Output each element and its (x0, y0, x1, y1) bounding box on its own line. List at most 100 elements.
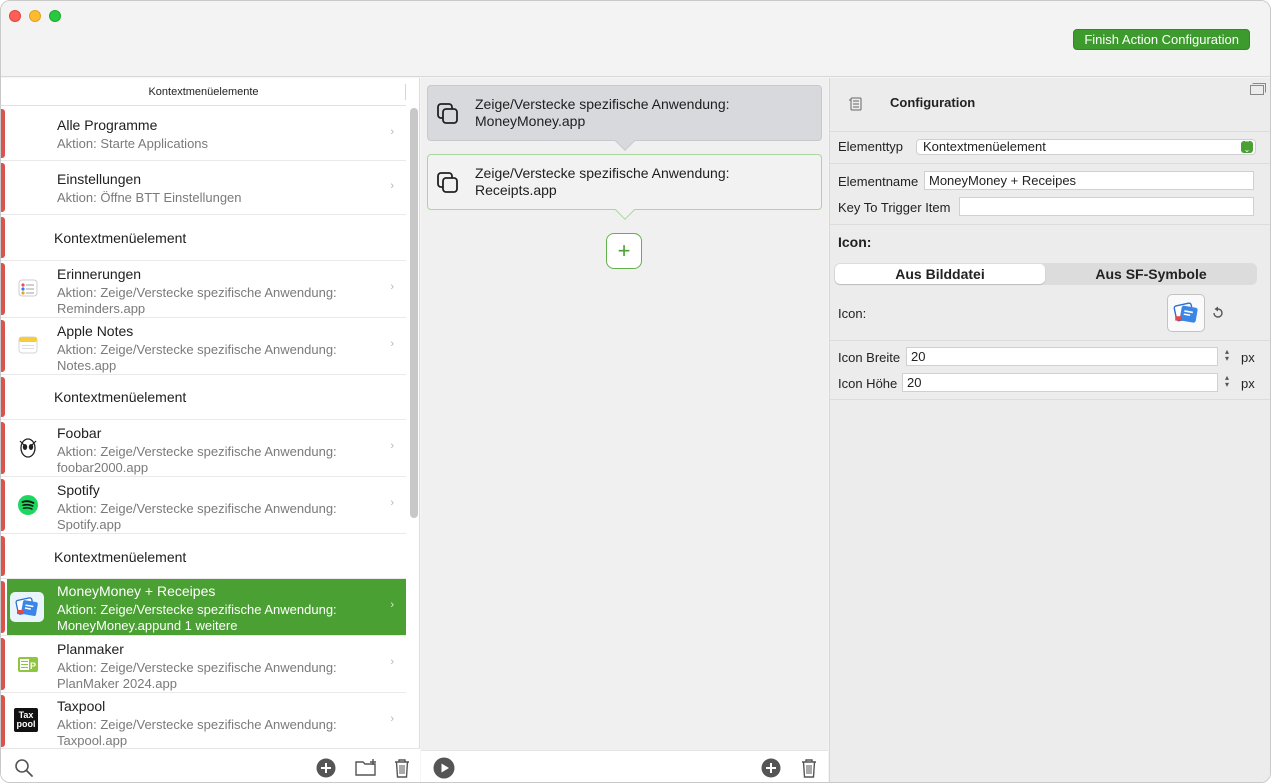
segment-aus-bilddatei[interactable]: Aus Bilddatei (835, 264, 1045, 284)
trash-icon[interactable] (391, 757, 413, 779)
icon-source-segmented-control: Aus Bilddatei Aus SF-Symbole (834, 263, 1257, 285)
row-marker (1, 107, 7, 160)
minimize-window-button[interactable] (29, 10, 41, 22)
row-subtitle-2: Notes.app (57, 358, 117, 373)
reset-icon[interactable] (1211, 306, 1225, 320)
row-subtitle-2: PlanMaker 2024.app (57, 676, 177, 691)
icon-image-well[interactable] (1167, 294, 1205, 332)
icon-breite-input[interactable] (906, 347, 1218, 366)
row-subtitle: Aktion: Zeige/Verstecke spezifische Anwe… (57, 660, 337, 675)
row-title: Kontextmenüelement (54, 389, 187, 405)
row-title: Erinnerungen (57, 266, 142, 282)
context-menu-items-panel: Kontextmenüelemente Alle Programme Aktio… (1, 78, 420, 782)
divider (830, 340, 1270, 341)
elementtyp-value: Kontextmenüelement (923, 139, 1046, 154)
configuration-title: Configuration (890, 95, 976, 110)
chevron-updown-icon: ⌃ ⌄ (1241, 140, 1253, 154)
trash-icon[interactable] (798, 757, 820, 779)
icon-hoehe-stepper[interactable]: ▴ ▾ (1221, 374, 1233, 390)
taxpool-icon-text-2: pool (16, 719, 36, 729)
document-list-icon (849, 97, 862, 111)
icon-hoehe-input[interactable] (902, 373, 1218, 392)
list-item-planmaker[interactable]: P Planmaker Aktion: Zeige/Verstecke spez… (1, 636, 406, 693)
list-item-apple-notes[interactable]: Apple Notes Aktion: Zeige/Verstecke spez… (1, 318, 406, 375)
list-item-separator[interactable]: Kontextmenüelement (1, 375, 406, 420)
elementtyp-select[interactable]: Kontextmenüelement ⌃ ⌄ (916, 139, 1256, 155)
row-subtitle-2: MoneyMoney.appund 1 weitere (57, 618, 238, 633)
row-subtitle-2: Reminders.app (57, 301, 146, 316)
search-icon[interactable] (13, 757, 35, 779)
elementname-input[interactable] (924, 171, 1254, 190)
row-title: Spotify (57, 482, 100, 498)
divider (830, 163, 1270, 164)
list-item-einstellungen[interactable]: Einstellungen Aktion: Öffne BTT Einstell… (1, 161, 406, 215)
windows-stack-icon (437, 172, 458, 193)
segment-aus-sf-symbole[interactable]: Aus SF-Symbole (1046, 264, 1256, 284)
context-menu-list: Alle Programme Aktion: Starte Applicatio… (1, 107, 406, 748)
chevron-right-icon: › (390, 126, 394, 138)
moneymoney-app-icon (1173, 302, 1198, 323)
row-marker (1, 318, 7, 374)
finish-action-configuration-button[interactable]: Finish Action Configuration (1073, 29, 1250, 50)
row-subtitle: Aktion: Zeige/Verstecke spezifische Anwe… (57, 444, 337, 459)
chevron-right-icon: › (390, 180, 394, 192)
row-subtitle: Aktion: Zeige/Verstecke spezifische Anwe… (57, 342, 337, 357)
app-window: Finish Action Configuration Kontextmenüe… (0, 0, 1271, 783)
chevron-right-icon: › (390, 338, 394, 350)
list-scrollbar[interactable] (410, 108, 418, 518)
action-card-receipts[interactable]: Zeige/Verstecke spezifische Anwendung: R… (427, 154, 822, 220)
row-title: Einstellungen (57, 171, 142, 187)
add-item-icon[interactable] (315, 757, 337, 779)
actions-panel: Zeige/Verstecke spezifische Anwendung: M… (421, 78, 828, 782)
row-subtitle-2: foobar2000.app (57, 460, 149, 475)
list-item-spotify[interactable]: Spotify Aktion: Zeige/Verstecke spezifis… (1, 477, 406, 534)
list-item-taxpool[interactable]: Tax pool Taxpool Aktion: Zeige/Verstecke… (1, 693, 406, 748)
action-line-2: MoneyMoney.app (475, 113, 586, 129)
zoom-window-button[interactable] (49, 10, 61, 22)
configuration-header: Configuration (830, 78, 1270, 132)
list-item-separator[interactable]: Kontextmenüelement (1, 534, 406, 579)
list-item-foobar[interactable]: Foobar Aktion: Zeige/Verstecke spezifisc… (1, 420, 406, 477)
chevron-right-icon: › (390, 656, 394, 668)
action-line-1: Zeige/Verstecke spezifische Anwendung: (475, 165, 730, 181)
configuration-panel: Configuration Elementtyp Kontextmenüelem… (829, 78, 1270, 782)
key-to-trigger-input[interactable] (959, 197, 1254, 216)
action-line-2: Receipts.app (475, 182, 557, 198)
action-text: Zeige/Verstecke spezifische Anwendung: R… (475, 165, 730, 199)
row-subtitle-2: Spotify.app (57, 517, 122, 532)
row-title: Apple Notes (57, 323, 134, 339)
chevron-right-icon: › (390, 713, 394, 725)
close-window-button[interactable] (9, 10, 21, 22)
icon-breite-stepper[interactable]: ▴ ▾ (1221, 348, 1233, 364)
list-item-separator[interactable]: Kontextmenüelement (1, 215, 406, 261)
row-subtitle: Aktion: Starte Applications (57, 136, 209, 151)
row-marker (1, 215, 7, 260)
row-title: Foobar (57, 425, 102, 441)
svg-text:P: P (30, 661, 36, 671)
add-action-button[interactable]: + (606, 233, 642, 269)
list-item-alle-programme[interactable]: Alle Programme Aktion: Starte Applicatio… (1, 107, 406, 161)
chevron-right-icon: › (390, 440, 394, 452)
row-subtitle: Aktion: Öffne BTT Einstellungen (57, 190, 242, 205)
row-marker (1, 375, 7, 419)
detach-window-icon[interactable] (1250, 83, 1266, 95)
list-header: Kontextmenüelemente (1, 78, 406, 106)
row-subtitle-2: Taxpool.app (57, 733, 128, 748)
add-folder-icon[interactable] (353, 757, 379, 779)
icon-hoehe-unit: px (1241, 376, 1255, 391)
action-text: Zeige/Verstecke spezifische Anwendung: M… (475, 96, 730, 130)
left-footer-toolbar (1, 748, 420, 782)
chevron-right-icon: › (390, 281, 394, 293)
card-pointer (615, 200, 635, 220)
row-marker (1, 693, 7, 748)
row-marker (1, 261, 7, 317)
row-marker (1, 579, 7, 635)
row-marker (1, 161, 7, 214)
add-action-icon[interactable] (760, 757, 782, 779)
notes-app-icon (15, 332, 41, 358)
action-card-moneymoney[interactable]: Zeige/Verstecke spezifische Anwendung: M… (427, 85, 822, 151)
play-icon[interactable] (433, 757, 455, 779)
list-item-moneymoney-receipes[interactable]: MoneyMoney + Receipes Aktion: Zeige/Vers… (1, 579, 406, 636)
icon-hoehe-label: Icon Höhe (838, 376, 898, 391)
list-item-erinnerungen[interactable]: Erinnerungen Aktion: Zeige/Verstecke spe… (1, 261, 406, 318)
